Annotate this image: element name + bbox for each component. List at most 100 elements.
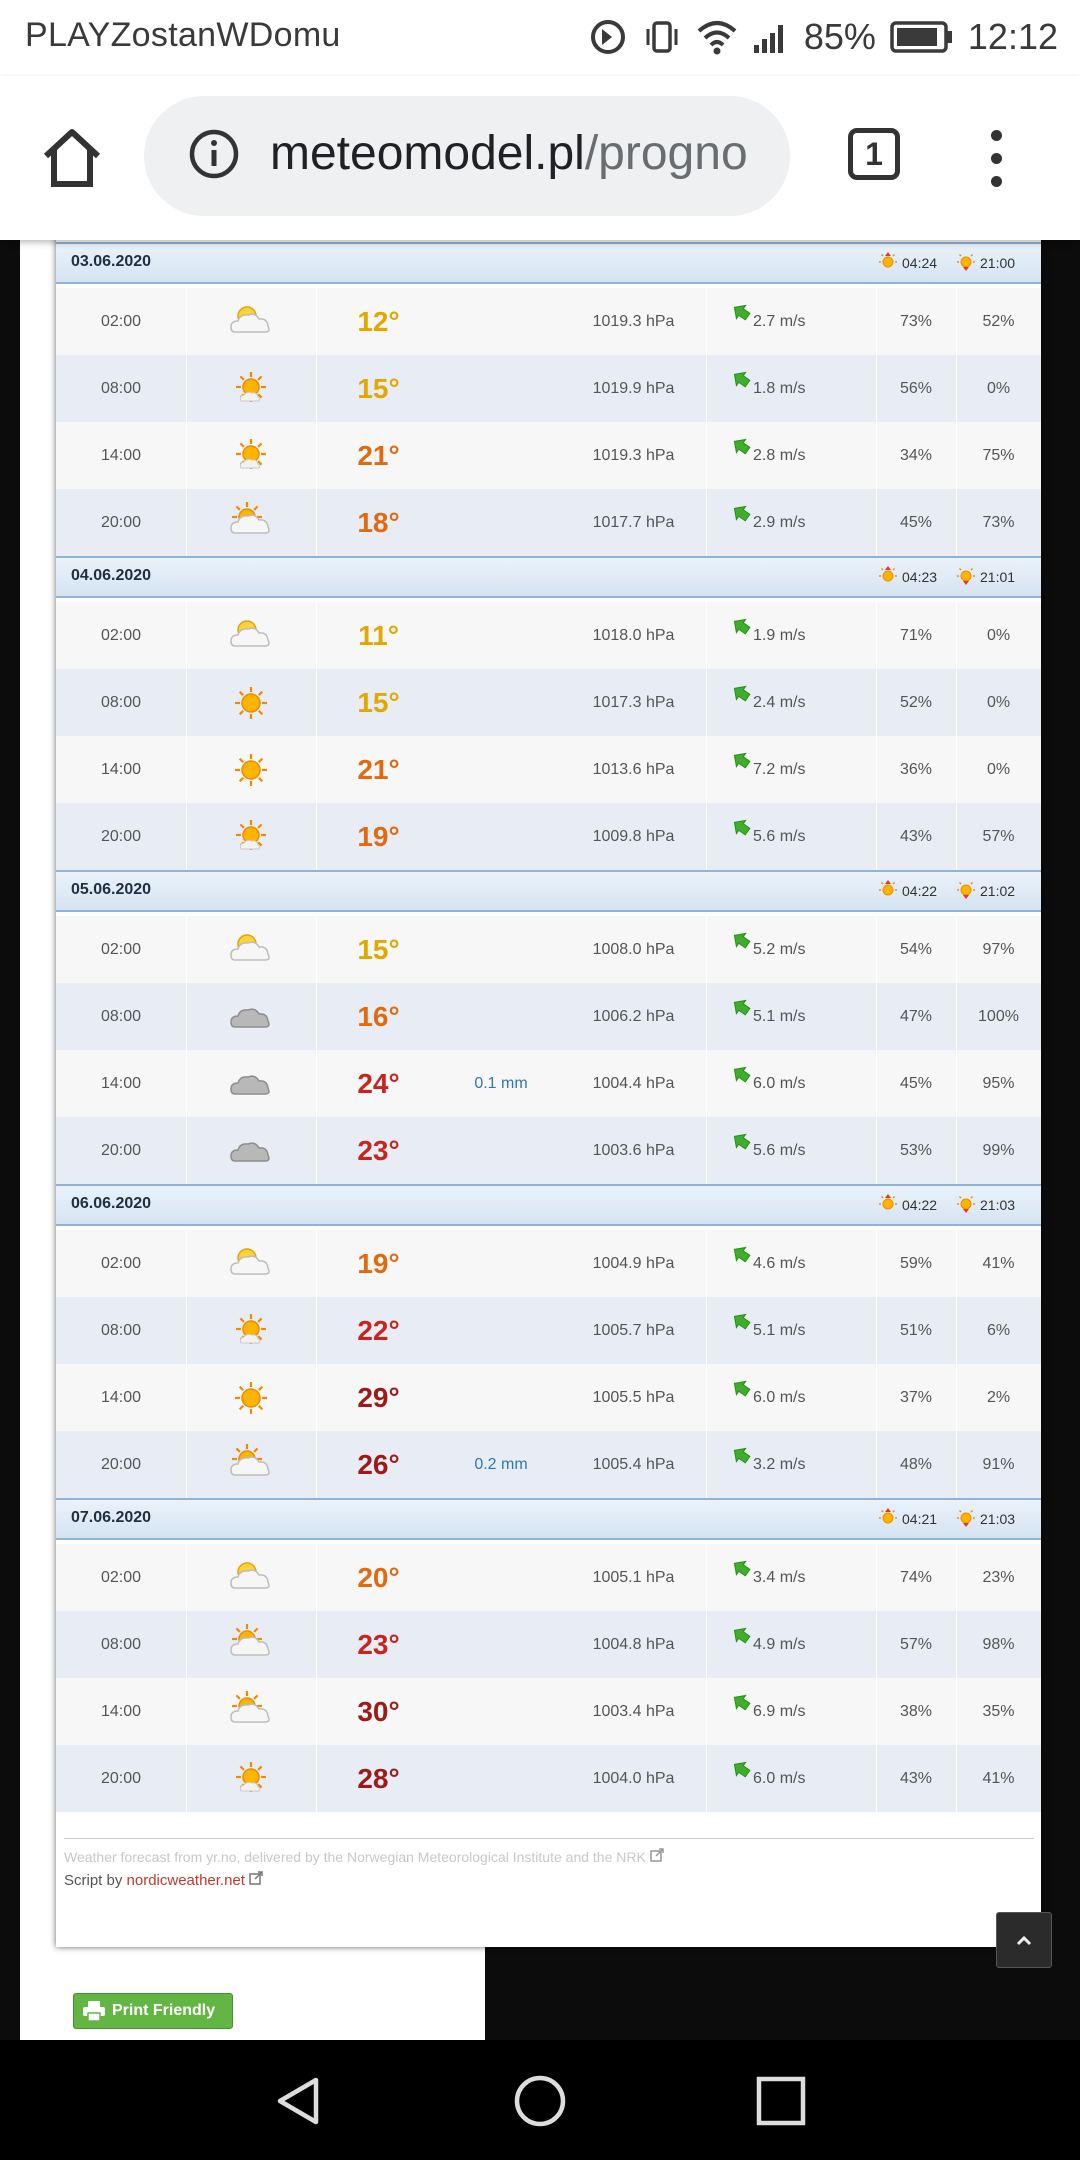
cloud-icon [186, 1117, 316, 1184]
forecast-row: 02:00 19° 1004.9 hPa 4.6 m/s 59% 41% [56, 1230, 1041, 1297]
data-saver-icon [590, 20, 625, 54]
cloud-cover: 95% [982, 1075, 1015, 1092]
wind-arrow-icon [733, 1246, 751, 1263]
precipitation [441, 1745, 561, 1812]
forecast-row: 20:00 23° 1003.6 hPa 5.6 m/s 53% 99% [56, 1117, 1041, 1184]
cloud-cover: 41% [982, 1770, 1015, 1787]
cloud-cover: 0% [986, 694, 1011, 711]
forecast-row: 08:00 15° 1019.9 hPa 1.8 m/s 56% 0% [56, 355, 1041, 422]
temperature: 21° [357, 754, 400, 785]
wind: 5.6 m/s [706, 1117, 876, 1184]
url-host: meteomodel.pl [270, 127, 585, 180]
printer-icon [83, 2001, 105, 2021]
day-date: 04.06.2020 [71, 567, 152, 584]
forecast-row: 14:00 30° 1003.4 hPa 6.9 m/s 38% 35% [56, 1678, 1041, 1745]
partly-cloudy-night-icon [186, 1230, 316, 1297]
print-friendly-button[interactable]: Print Friendly [73, 1993, 233, 2029]
sunset-icon [956, 1507, 976, 1530]
humidity: 74% [899, 1569, 933, 1586]
sunset: 21:01 [956, 565, 1015, 588]
forecast-time: 02:00 [100, 313, 142, 330]
vibrate-icon [646, 21, 678, 53]
script-link[interactable]: nordicweather.net [127, 1872, 245, 1889]
forecast-time: 08:00 [100, 1636, 142, 1653]
wind-arrow-icon [733, 999, 751, 1016]
cloud-cover: 0% [986, 380, 1011, 397]
scroll-to-top-button[interactable] [996, 1912, 1052, 1968]
sunset-icon [956, 565, 976, 588]
cloud-cover: 91% [982, 1456, 1015, 1473]
tab-switcher-button[interactable]: 1 [848, 128, 900, 180]
forecast-time: 02:00 [100, 627, 142, 644]
partly-cloudy-day-icon [186, 1611, 316, 1678]
sunrise: 04:21 [878, 1507, 937, 1530]
temperature: 15° [357, 934, 400, 965]
precipitation [441, 1678, 561, 1745]
humidity: 56% [899, 380, 933, 397]
page-content: 03.06.2020 04:24 21:00 02:00 12° 1019.3 … [0, 240, 1080, 2040]
temperature: 11° [358, 620, 399, 651]
forecast-time: 02:00 [100, 941, 142, 958]
temperature: 12° [357, 306, 400, 337]
forecast-credit[interactable]: Weather forecast from yr.no, delivered b… [64, 1848, 664, 1865]
precipitation [441, 1117, 561, 1184]
precipitation [441, 489, 561, 556]
wind: 2.7 m/s [706, 288, 876, 355]
url-text[interactable]: meteomodel.pl/progno [270, 126, 748, 181]
humidity: 38% [899, 1703, 933, 1720]
pressure: 1017.7 hPa [592, 514, 675, 531]
cloud-cover: 2% [986, 1389, 1011, 1406]
sunset-icon [956, 1193, 976, 1216]
forecast-time: 14:00 [100, 447, 142, 464]
forecast-time: 20:00 [100, 1456, 142, 1473]
wind: 3.2 m/s [706, 1431, 876, 1498]
battery-percent: 85% [803, 16, 876, 57]
back-icon[interactable] [272, 2074, 326, 2128]
battery-icon [890, 21, 952, 53]
forecast-time: 08:00 [100, 1322, 142, 1339]
wind-arrow-icon [733, 819, 751, 836]
wind: 6.9 m/s [706, 1678, 876, 1745]
fair-sun-icon [186, 803, 316, 870]
partly-cloudy-night-icon [186, 1544, 316, 1611]
forecast-time: 14:00 [100, 1389, 142, 1406]
wind-arrow-icon [733, 1447, 751, 1464]
recents-icon[interactable] [754, 2074, 808, 2128]
forecast-row: 14:00 29° 1005.5 hPa 6.0 m/s 37% 2% [56, 1364, 1041, 1431]
footer-divider [64, 1838, 1034, 1839]
wind-arrow-icon [733, 685, 751, 702]
humidity: 34% [899, 447, 933, 464]
sunrise: 04:24 [878, 251, 937, 274]
wind-arrow-icon [733, 752, 751, 769]
humidity: 36% [899, 761, 933, 778]
humidity: 47% [899, 1008, 933, 1025]
forecast-time: 14:00 [100, 1075, 142, 1092]
partly-cloudy-night-icon [186, 602, 316, 669]
humidity: 48% [899, 1456, 933, 1473]
temperature: 28° [357, 1763, 400, 1794]
precipitation [441, 355, 561, 422]
partly-cloudy-night-icon [186, 916, 316, 983]
precipitation [441, 1364, 561, 1431]
forecast-row: 14:00 21° 1013.6 hPa 7.2 m/s 36% 0% [56, 736, 1041, 803]
more-menu-icon[interactable] [984, 130, 1008, 190]
wind: 1.9 m/s [706, 602, 876, 669]
signal-icon [753, 25, 783, 53]
wind: 6.0 m/s [706, 1745, 876, 1812]
sunset-icon [956, 879, 976, 902]
humidity: 51% [899, 1322, 933, 1339]
sunrise-icon [878, 251, 898, 274]
forecast-row: 02:00 15° 1008.0 hPa 5.2 m/s 54% 97% [56, 916, 1041, 983]
external-link-icon [249, 1871, 263, 1885]
address-bar[interactable]: meteomodel.pl/progno [144, 96, 790, 216]
partly-cloudy-day-icon [186, 489, 316, 556]
home-icon[interactable] [40, 126, 104, 190]
forecast-time: 02:00 [100, 1569, 142, 1586]
fair-sun-icon [186, 1297, 316, 1364]
info-icon[interactable] [188, 128, 240, 180]
home-nav-icon[interactable] [513, 2074, 567, 2128]
temperature: 18° [357, 507, 400, 538]
cloud-cover: 97% [982, 941, 1015, 958]
cloud-cover: 0% [986, 761, 1011, 778]
precipitation [441, 983, 561, 1050]
